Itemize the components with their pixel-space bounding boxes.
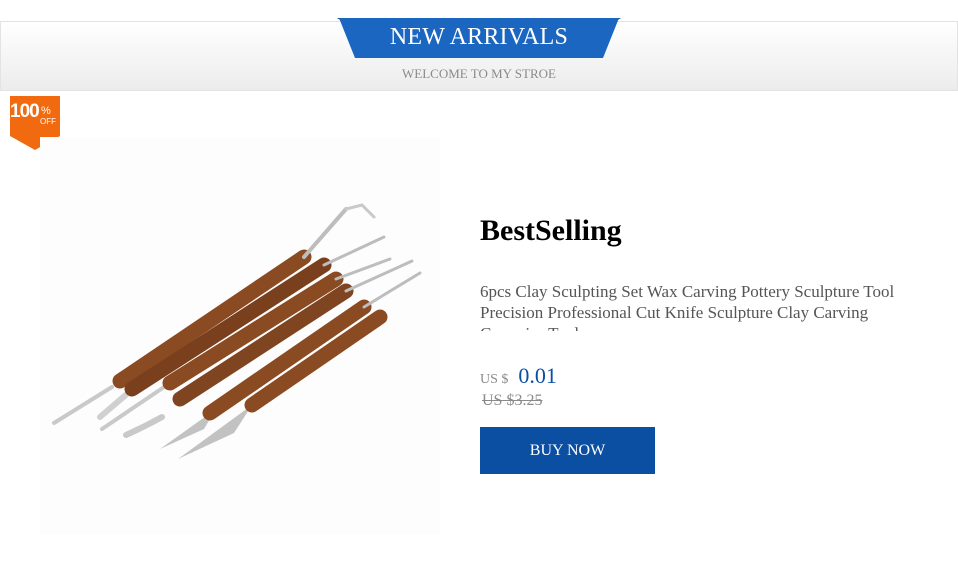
product-description: 6pcs Clay Sculpting Set Wax Carving Pott… xyxy=(480,282,895,331)
clay-sculpting-tools-icon xyxy=(52,203,422,459)
current-price: 0.01 xyxy=(518,363,557,388)
product-image[interactable] xyxy=(40,137,440,535)
discount-percent: % xyxy=(41,105,51,117)
bestselling-label: BestSelling xyxy=(480,214,622,247)
price-currency: US $ xyxy=(480,372,509,387)
store-welcome-text: WELCOME TO MY STROE xyxy=(402,66,556,81)
discount-off: OFF xyxy=(40,117,56,126)
original-price: US $3.25 xyxy=(482,392,543,409)
discount-number: 100 xyxy=(10,101,40,122)
new-arrivals-ribbon: NEW ARRIVALS xyxy=(337,16,621,58)
section-title: NEW ARRIVALS xyxy=(389,24,569,50)
buy-now-button[interactable]: BUY NOW xyxy=(480,427,655,474)
price-row: US $ 0.01 xyxy=(480,363,557,389)
